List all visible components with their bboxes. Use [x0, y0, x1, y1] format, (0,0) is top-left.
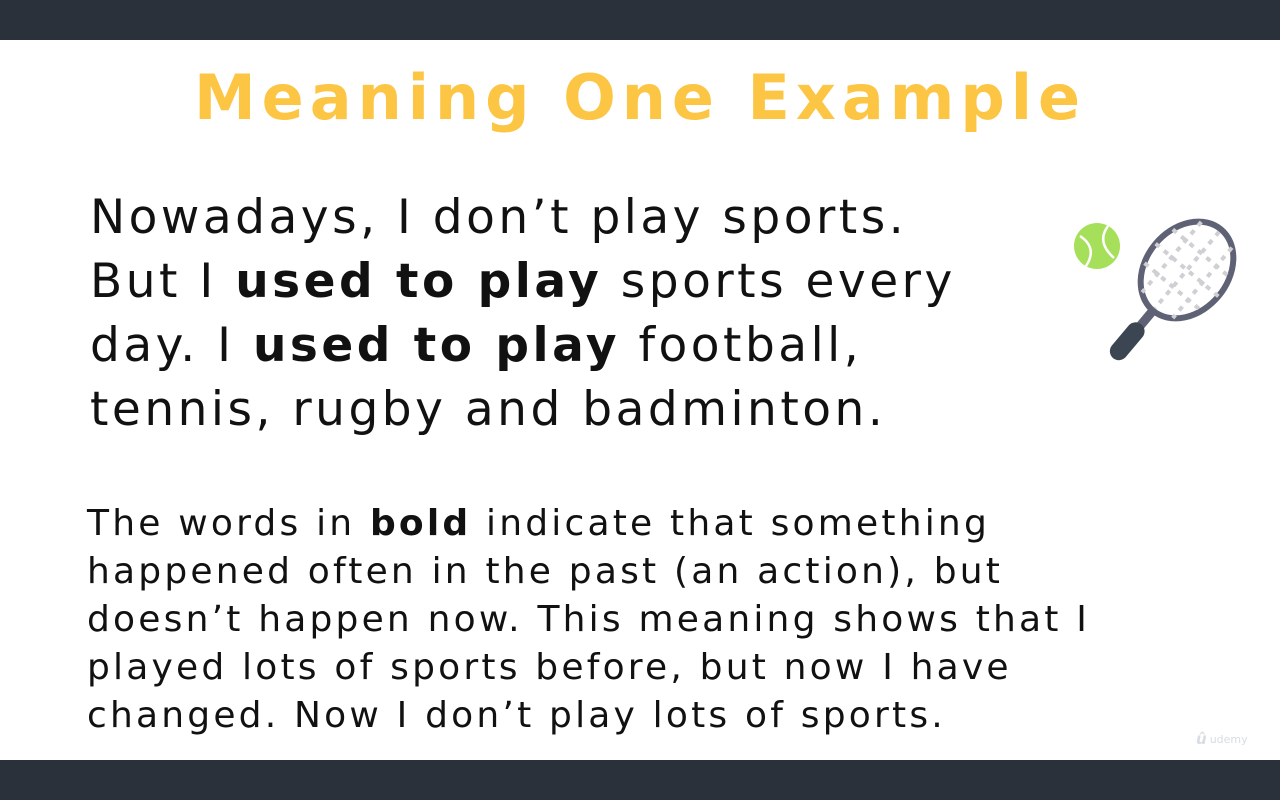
explanation-line-4: played lots of sports before, but now I …	[87, 647, 1012, 688]
example-line-3: day. I used to play football,	[90, 318, 863, 373]
top-letterbox-bar	[0, 0, 1280, 40]
explanation-line-3: doesn’t happen now. This meaning shows t…	[87, 599, 1091, 640]
watermark-text: udemy	[1209, 732, 1248, 746]
example-line-2: But I used to play sports every	[90, 254, 956, 309]
slide-title: Meaning One Example	[193, 61, 1087, 134]
explanation-line-2: happened often in the past (an action), …	[87, 551, 1004, 592]
bottom-letterbox-bar	[0, 760, 1280, 800]
example-line-1: Nowadays, I don’t play sports.	[90, 190, 908, 245]
explanation-paragraph: The words in bold indicate that somethin…	[87, 500, 1207, 740]
explanation-line-1: The words in bold indicate that somethin…	[87, 503, 991, 544]
udemy-logo-icon: û	[1196, 730, 1207, 748]
example-paragraph: Nowadays, I don’t play sports. But I use…	[90, 186, 1070, 442]
bold-word: bold	[369, 503, 472, 544]
explanation-line-5: changed. Now I don’t play lots of sports…	[87, 695, 946, 736]
udemy-watermark: û udemy	[1196, 728, 1276, 750]
slide-frame: Meaning One Example Nowadays, I don’t pl…	[0, 0, 1280, 800]
tennis-ball-icon	[1074, 223, 1120, 269]
bold-phrase: used to play	[252, 318, 621, 373]
example-line-4: tennis, rugby and badminton.	[90, 382, 887, 437]
tennis-racket-and-ball-icon	[1074, 218, 1237, 361]
bold-phrase: used to play	[235, 254, 603, 309]
